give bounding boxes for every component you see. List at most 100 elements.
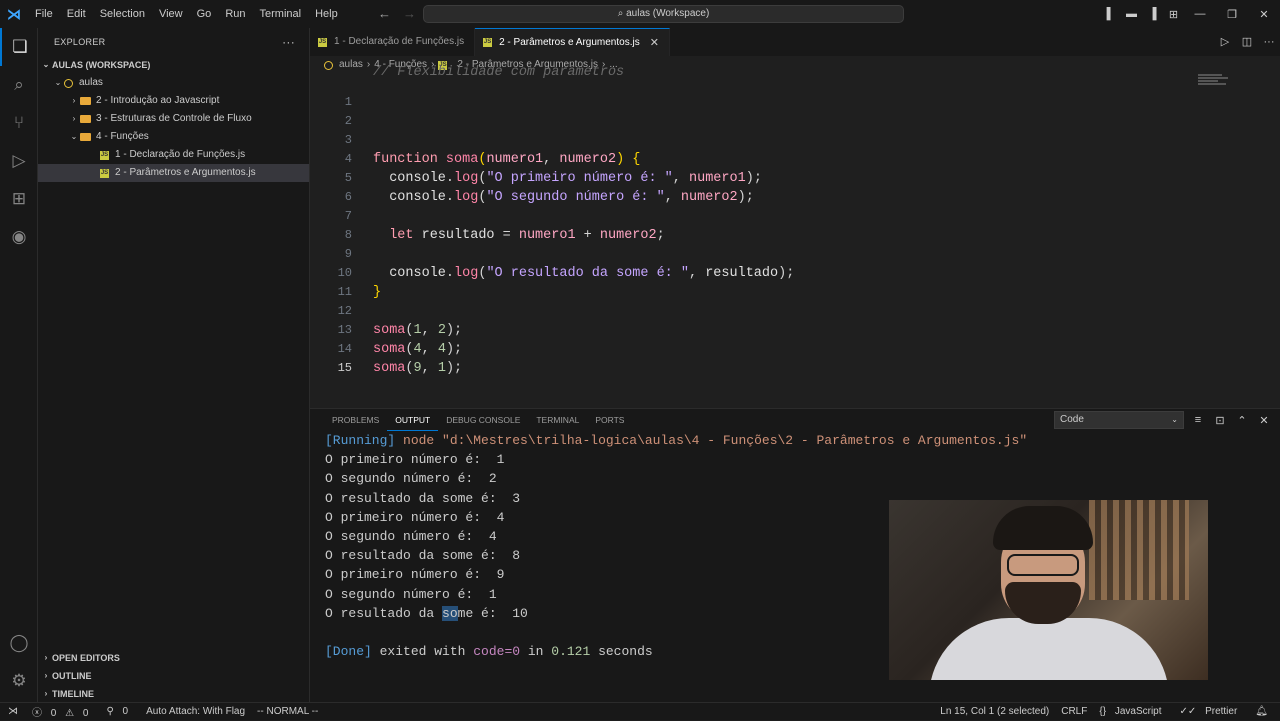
presenter-hair [993,506,1093,550]
menu-go[interactable]: Go [190,0,219,28]
workspace-section[interactable]: ⌄ AULAS (WORKSPACE) [38,56,309,74]
chevron-right-icon: › [72,114,76,123]
search-activity-icon[interactable]: ⌕ [0,66,38,104]
command-center-label: aulas (Workspace) [626,8,710,19]
breadcrumb-item[interactable]: aulas [339,56,363,74]
running-command: node "d:\Mestres\trilha-logica\aulas\4 -… [403,433,1028,448]
code-line: 14 soma(9, 1); [310,321,1270,376]
toggle-panel-icon[interactable]: ▬ [1121,8,1142,20]
back-arrow-icon[interactable]: ← [378,0,391,28]
menu-selection[interactable]: Selection [93,0,152,28]
explorer-title: EXPLORER [54,37,106,47]
run-code-icon[interactable]: ▷ [1214,28,1236,56]
forward-arrow-icon[interactable]: → [403,0,416,28]
code-line: 1 // Flexibilidade com parâmetros [310,65,1270,109]
explorer-sidebar: EXPLORER ··· ⌄ AULAS (WORKSPACE) ⌄ aulas… [38,28,310,702]
code-line: 10 } [310,245,1270,300]
menu-view[interactable]: View [152,0,190,28]
account-icon[interactable]: ◯ [0,624,38,662]
notifications-icon[interactable]: 🔔︎ [1249,703,1274,721]
exit-code: code=0 [473,644,521,660]
editor-area: JS 1 - Declaração de Funções.js JS 2 - P… [310,28,1280,408]
tab-declaracao-funcoes[interactable]: JS 1 - Declaração de Funções.js [310,28,476,56]
code-line-current: 15 [310,340,1270,375]
toggle-secondary-sidebar-icon[interactable]: ▐ [1142,8,1163,20]
workspace-label: AULAS (WORKSPACE) [52,60,151,70]
tree-item-file[interactable]: JS 1 - Declaração de Funções.js [38,146,309,164]
output-line: O segundo número é: 2 [325,471,497,487]
tree-item-folder[interactable]: ⌄ 4 - Funções [38,128,309,146]
clear-output-icon[interactable]: ≡ [1190,414,1206,426]
source-control-icon[interactable]: ⑂ [0,104,38,142]
command-center[interactable]: ⌕ aulas (Workspace) [423,5,904,23]
lock-scroll-icon[interactable]: ⊡ [1212,414,1228,427]
chevron-right-icon: › [44,671,48,680]
eol-status[interactable]: CRLF [1055,703,1093,721]
code-line: 2 [310,93,1270,128]
tree-item-folder[interactable]: › 2 - Introdução ao Javascript [38,92,309,110]
code-line: 13 soma(4, 4); [310,302,1270,357]
webcam-overlay [889,500,1208,680]
javascript-file-icon: JS [100,168,109,178]
restore-icon[interactable]: ❐ [1216,8,1248,21]
done-text: seconds [590,644,653,660]
tree-item-folder[interactable]: › 3 - Estruturas de Controle de Fluxo [38,110,309,128]
code-line: 12 soma(1, 2); [310,283,1270,338]
javascript-file-icon: JS [483,38,493,47]
section-label: OUTLINE [52,671,92,681]
tab-parametros-argumentos[interactable]: JS 2 - Parâmetros e Argumentos.js ✕ [475,28,670,56]
menu-help[interactable]: Help [308,0,345,28]
chevron-right-icon: › [44,689,48,698]
close-panel-icon[interactable]: ✕ [1256,414,1272,427]
tab-label: 2 - Parâmetros e Argumentos.js [499,36,640,48]
extensions-icon[interactable]: ⊞ [0,180,38,218]
tab-terminal[interactable]: TERMINAL [528,409,587,431]
open-editors-section[interactable]: › OPEN EDITORS [38,649,310,667]
github-icon[interactable]: ◉ [0,218,38,256]
problems-status[interactable]: ⓧ 0 ⚠ 0 [26,704,100,719]
root-folder-icon [324,60,333,70]
language-mode[interactable]: {} JavaScript [1093,703,1173,721]
customize-layout-icon[interactable]: ⊞ [1163,8,1184,21]
chevron-right-icon: › [366,59,371,70]
menu-run[interactable]: Run [218,0,252,28]
menu-terminal[interactable]: Terminal [253,0,309,28]
maximize-panel-icon[interactable]: ⌃ [1234,414,1250,427]
done-text: in [520,644,552,660]
timeline-section[interactable]: › TIMELINE [38,685,310,703]
done-tag: [Done] [325,644,372,660]
explorer-icon[interactable]: ❏ [0,28,38,66]
remote-icon[interactable]: ⋊ [0,706,26,717]
tab-ports[interactable]: PORTS [587,409,632,431]
tree-item-label: 1 - Declaração de Funções.js [115,149,246,160]
output-channel-select[interactable]: Code ⌄ [1054,411,1184,429]
run-debug-icon[interactable]: ▷ [0,142,38,180]
toggle-primary-sidebar-icon[interactable]: ▌ [1100,8,1121,20]
prettier-status[interactable]: ✓✓ Prettier [1174,703,1250,721]
close-window-icon[interactable]: ✕ [1248,8,1280,21]
presenter-body [929,618,1169,680]
tree-item-label: 4 - Funções [96,131,149,142]
tree-item-aulas[interactable]: ⌄ aulas [38,74,309,92]
settings-gear-icon[interactable]: ⚙ [0,662,38,700]
ports-count: 0 [122,706,129,717]
more-actions-icon[interactable]: ··· [1258,28,1280,56]
close-tab-icon[interactable]: ✕ [650,29,659,57]
tree-item-file-selected[interactable]: JS 2 - Parâmetros e Argumentos.js [38,164,309,182]
split-editor-icon[interactable]: ◫ [1236,28,1258,56]
tab-debug-console[interactable]: DEBUG CONSOLE [438,409,528,431]
more-actions-icon[interactable]: ··· [282,28,295,56]
outline-section[interactable]: › OUTLINE [38,667,310,685]
tab-output[interactable]: OUTPUT [387,409,439,431]
menu-file[interactable]: File [28,0,60,28]
ports-status[interactable]: ⚲ 0 [100,706,140,717]
minimize-icon[interactable]: — [1184,8,1216,20]
tree-item-label: aulas [79,77,103,88]
menu-edit[interactable]: Edit [60,0,93,28]
cursor-position[interactable]: Ln 15, Col 1 (2 selected) [934,703,1055,721]
tab-label: 1 - Declaração de Funções.js [334,36,465,47]
output-line: O primeiro número é: 1 [325,452,505,468]
error-count: 0 [50,708,57,719]
tab-problems[interactable]: PROBLEMS [324,409,387,431]
auto-attach-status[interactable]: Auto Attach: With Flag [140,706,251,717]
